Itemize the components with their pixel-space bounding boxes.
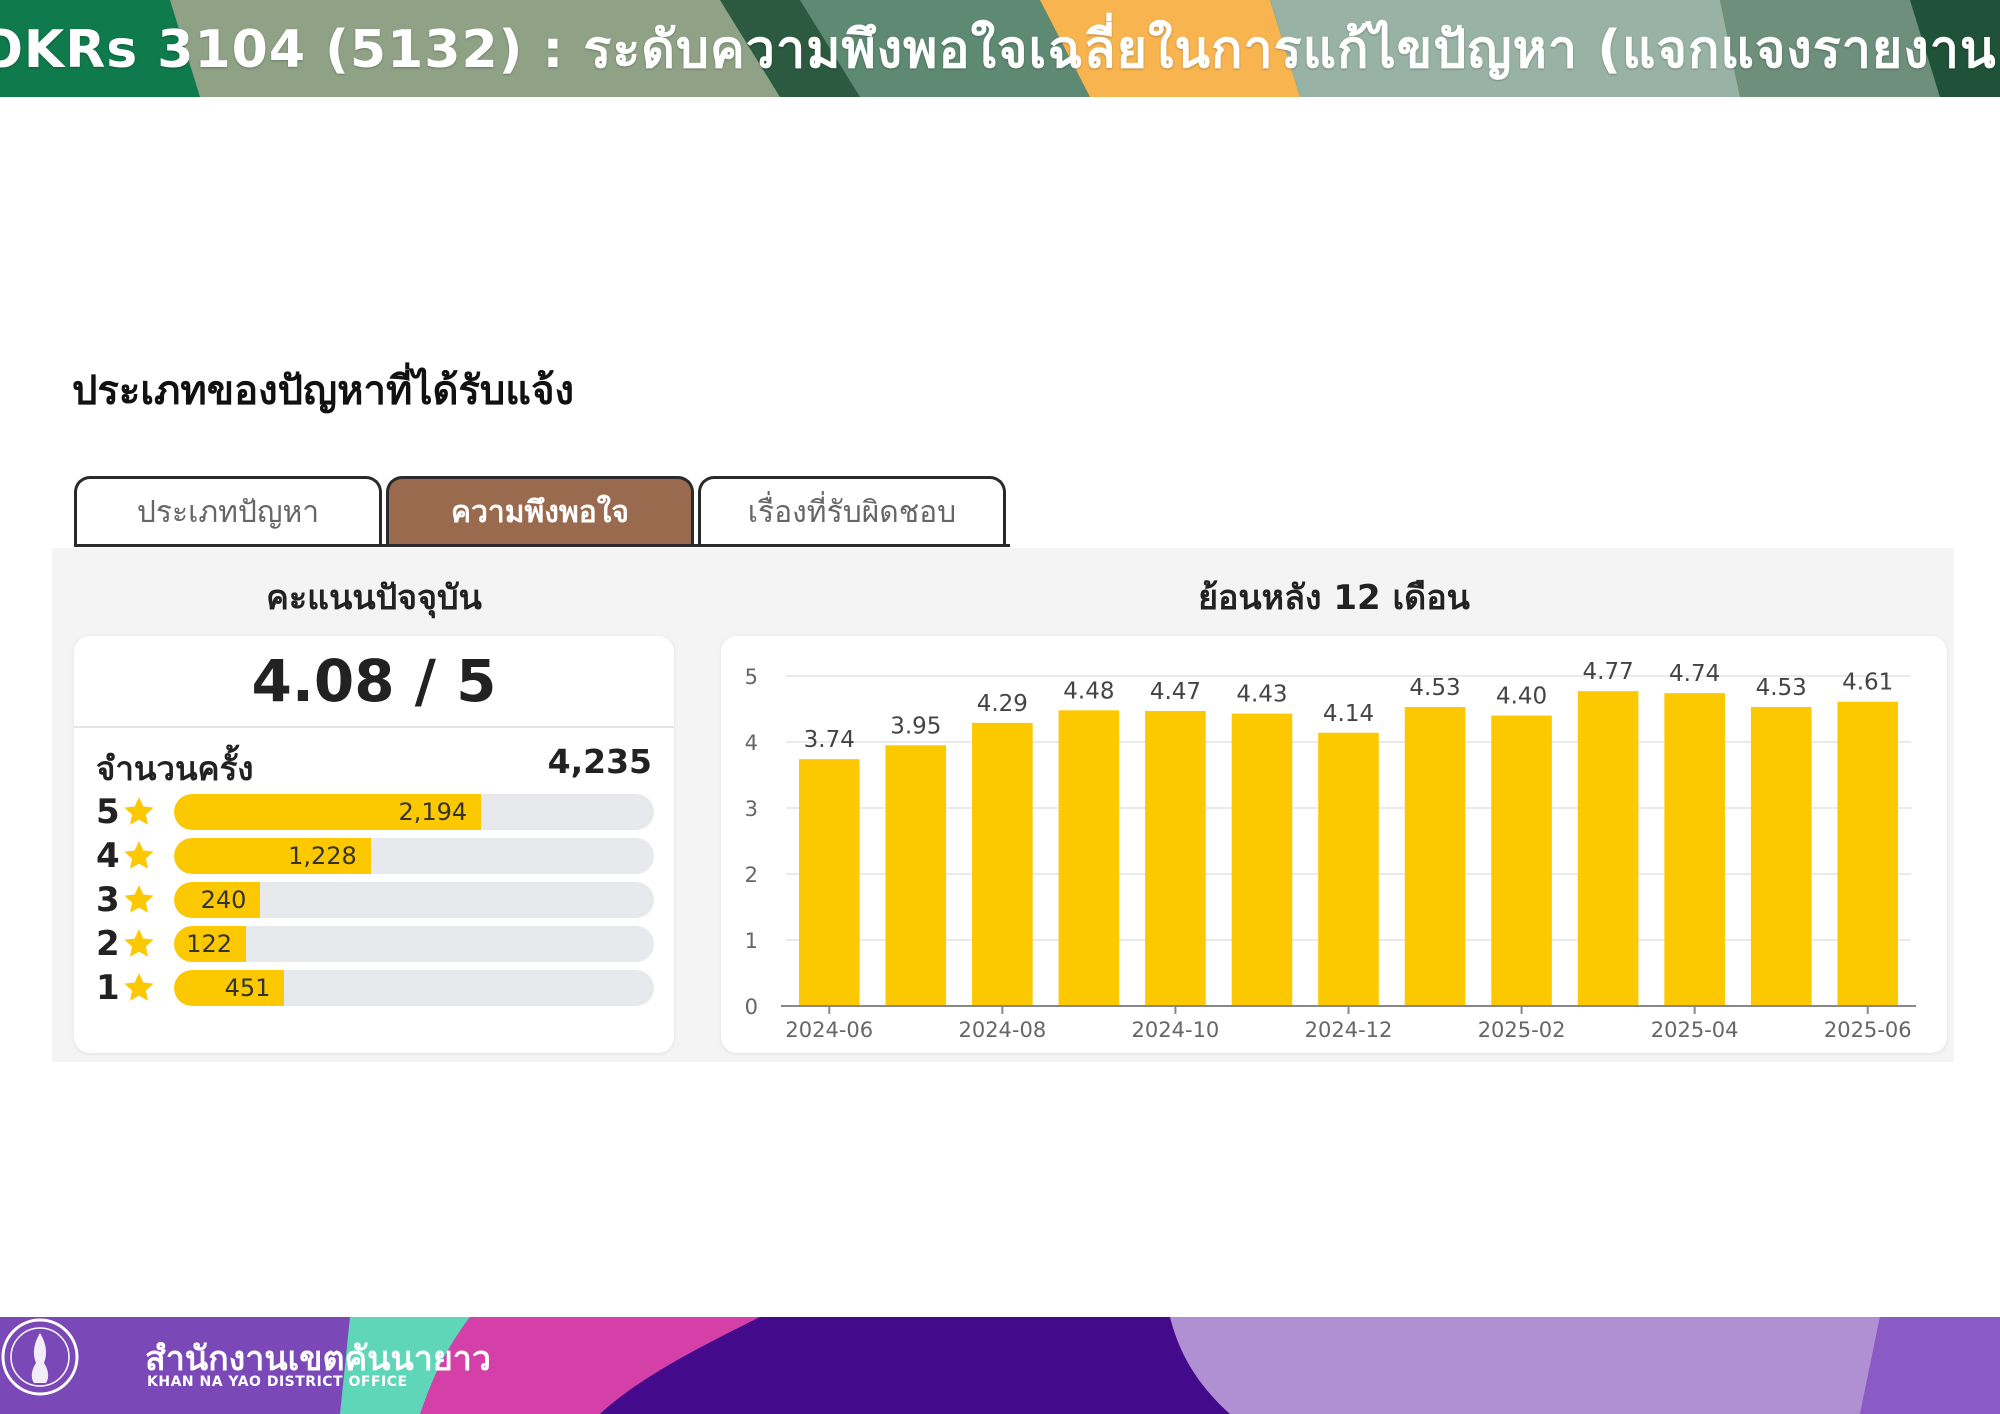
tab-responsibility[interactable]: เรื่องที่รับผิดชอบ [698,476,1006,546]
rating-stars-label: 5 [96,792,120,832]
x-tick-label: 2024-08 [958,1018,1046,1042]
star-icon [124,841,154,869]
bar-value-label: 4.40 [1496,684,1547,710]
y-tick-label: 0 [745,995,758,1019]
bar [1577,691,1639,1006]
footer-banner: สำนักงานเขตคันนายาว KHAN NA YAO DISTRICT… [0,1317,2000,1414]
rating-stars-label: 1 [96,968,120,1008]
rating-bar-fill: 122 [174,926,246,962]
bar [1318,732,1379,1006]
rating-bar-track: 1,228 [174,838,654,874]
bar-value-label: 4.29 [977,691,1028,717]
bar [798,759,860,1006]
y-tick-label: 1 [745,929,758,953]
divider [74,726,674,728]
bar [1664,693,1725,1006]
y-tick-label: 3 [745,797,758,821]
bar [1404,707,1466,1006]
rating-count: 451 [224,974,271,1002]
x-tick-label: 2025-02 [1478,1018,1566,1042]
rating-row-1-star: 1 451 [96,968,656,1008]
rating-count: 1,228 [288,842,357,870]
bar [972,722,1033,1006]
rating-row-2-star: 2 122 [96,924,656,964]
rating-bar-fill: 451 [174,970,285,1006]
rating-stars-label: 2 [96,924,120,964]
bar-value-label: 4.14 [1323,701,1374,727]
x-tick-label: 2024-06 [785,1018,873,1042]
bar [1231,713,1293,1006]
rating-bar-track: 240 [174,882,654,918]
star-icon [124,885,154,913]
bar-value-label: 3.74 [804,727,855,753]
x-tick-label: 2025-04 [1651,1018,1739,1042]
bar-value-label: 3.95 [890,713,941,739]
y-tick-label: 5 [745,665,758,689]
bar [1750,707,1812,1006]
header-banner: OKRs 3104 (5132) : ระดับความพึงพอใจเฉลี่… [0,0,2000,97]
rating-row-5-star: 5 2,194 [96,792,656,832]
bar-value-label: 4.53 [1409,675,1460,701]
rating-count: 2,194 [398,798,468,826]
bar-value-label: 4.74 [1669,661,1720,687]
page-title: OKRs 3104 (5132) : ระดับความพึงพอใจเฉลี่… [0,20,2000,80]
rating-count: 122 [186,930,232,958]
trend-chart-card: 0 1 2 3 4 5 3.74 3.95 4.29 4.48 4.47 4.43 4.14 4.53 4.… [721,636,1947,1053]
bar-value-label: 4.43 [1236,682,1287,708]
rating-bar-track: 122 [174,926,654,962]
star-icon [124,973,154,1001]
rating-row-3-star: 3 240 [96,880,656,920]
tab-problem-type[interactable]: ประเภทปัญหา [74,476,382,546]
bar [1837,701,1899,1006]
district-seal-logo [1,1318,79,1396]
rating-stars-label: 3 [96,880,120,920]
tab-underline [74,544,1010,547]
bar-value-label: 4.53 [1756,675,1807,701]
x-tick-label: 2024-10 [1132,1018,1220,1042]
count-label: จำนวนครั้ง [96,749,254,788]
current-score-heading: คะแนนปัจจุบัน [266,578,482,618]
bar [1058,710,1120,1006]
trend-chart-title: ย้อนหลัง 12 เดือน [1198,578,1470,618]
x-tick-label: 2025-06 [1824,1018,1912,1042]
rating-bar-track: 451 [174,970,654,1006]
rating-count: 240 [200,886,247,914]
rating-bar-track: 2,194 [174,794,654,830]
y-tick-label: 2 [745,863,758,887]
rating-bar-fill: 240 [174,882,261,918]
bar-value-label: 4.48 [1063,678,1114,704]
bar-value-label: 4.61 [1842,670,1893,696]
rating-bar-fill: 2,194 [174,794,482,830]
star-icon [124,929,154,957]
current-score-card: 4.08 / 5 จำนวนครั้ง 4,235 5 2,194 4 1,228 3 2… [74,636,674,1053]
rating-bar-fill: 1,228 [174,838,371,874]
tab-satisfaction[interactable]: ความพึงพอใจ [386,476,694,546]
section-title: ประเภทของปัญหาที่ได้รับแจ้ง [72,368,575,414]
bar [1491,715,1552,1006]
bar-value-label: 4.47 [1150,679,1201,705]
count-total: 4,235 [547,742,652,781]
rating-row-4-star: 4 1,228 [96,836,656,876]
bar-value-label: 4.77 [1583,659,1634,685]
bar [1145,710,1206,1006]
office-name-english: KHAN NA YAO DISTRICT OFFICE [147,1374,408,1390]
rating-stars-label: 4 [96,836,120,876]
y-tick-label: 4 [745,731,758,755]
average-score: 4.08 / 5 [251,647,497,715]
bar [885,745,947,1006]
x-tick-label: 2024-12 [1305,1018,1393,1042]
trend-bar-chart: 0 1 2 3 4 5 3.74 3.95 4.29 4.48 4.47 4.43 4.14 4.53 4.… [745,659,1916,1042]
star-icon [124,797,154,825]
